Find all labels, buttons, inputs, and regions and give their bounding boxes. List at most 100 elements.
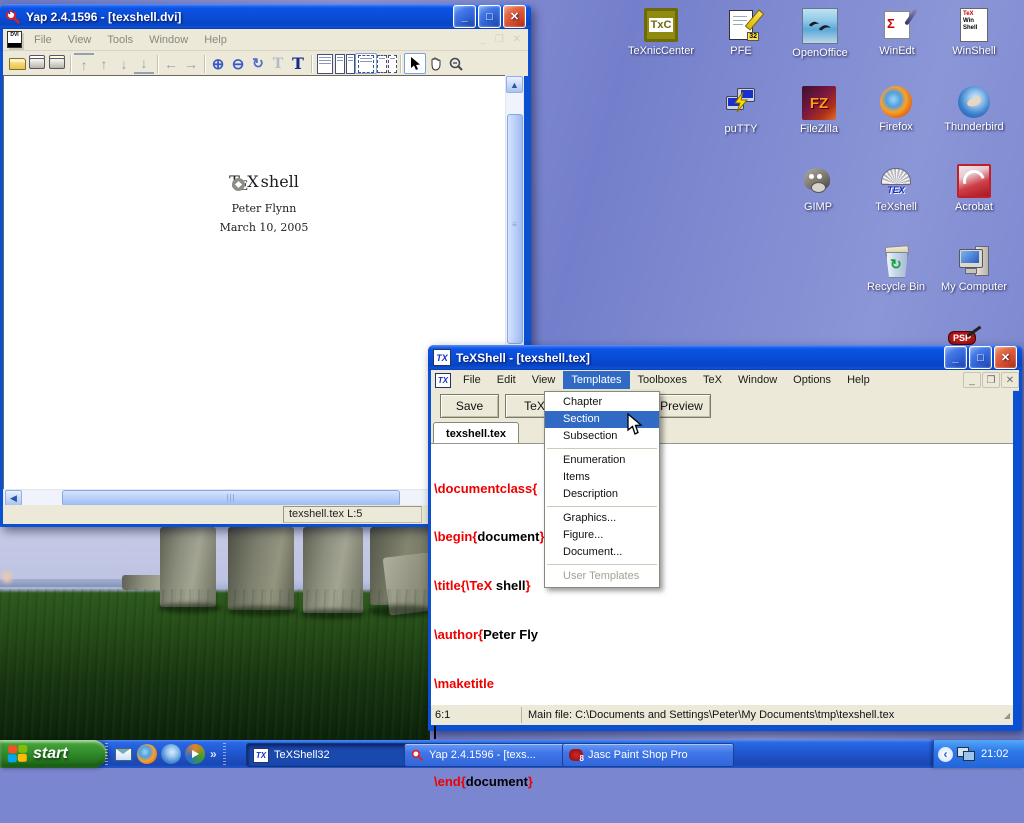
desktop-icon-filezilla[interactable]: FZ FileZilla <box>781 86 857 135</box>
print-setup-icon[interactable] <box>47 54 67 73</box>
quick-launch: » <box>102 743 229 765</box>
firefox-icon[interactable] <box>137 744 157 764</box>
media-player-icon[interactable] <box>185 744 205 764</box>
desktop-icon-firefox[interactable]: Firefox <box>858 86 934 133</box>
menu-item-figure[interactable]: Figure... <box>545 527 659 544</box>
toolbar-grip[interactable] <box>223 743 226 765</box>
menu-options[interactable]: Options <box>785 371 839 389</box>
toolbar-grip[interactable] <box>105 743 108 765</box>
menu-file[interactable]: File <box>455 371 489 389</box>
menu-item-user-templates[interactable]: User Templates <box>545 568 659 585</box>
desktop-icon-winedt[interactable]: Σ WinEdt <box>859 8 935 57</box>
prev-page-icon[interactable]: ↑ <box>94 54 114 73</box>
yap-minimize-button[interactable]: _ <box>453 5 476 28</box>
texshell-mdi-system-icon[interactable]: TX <box>435 373 451 388</box>
desktop-icon-texniccenter[interactable]: TxC TeXnicCenter <box>623 8 699 57</box>
menu-window[interactable]: Window <box>730 371 785 389</box>
mdi-minimize-button[interactable]: _ <box>963 372 981 388</box>
taskbar-task-yap[interactable]: Yap 2.4.1596 - [texs... <box>404 743 570 767</box>
hand-tool-icon[interactable] <box>426 54 446 73</box>
mdi-close-button[interactable]: ✕ <box>1001 372 1019 388</box>
vscroll-thumb[interactable]: ≡ <box>507 114 523 344</box>
continuous-view-icon[interactable] <box>355 53 377 74</box>
yap-menu-window[interactable]: Window <box>141 31 196 49</box>
zoom-in-icon[interactable]: ⊕ <box>208 54 228 73</box>
menu-help[interactable]: Help <box>839 371 878 389</box>
start-button[interactable]: start <box>0 740 107 768</box>
menu-toolboxes[interactable]: Toolboxes <box>630 371 696 389</box>
menu-item-description[interactable]: Description <box>545 486 659 503</box>
source-position-marker <box>232 178 245 191</box>
last-page-icon[interactable]: ↓ <box>134 53 154 74</box>
menu-item-graphics[interactable]: Graphics... <box>545 510 659 527</box>
texshell-close-button[interactable]: ✕ <box>994 346 1017 369</box>
quick-launch-overflow-chevron[interactable]: » <box>210 747 217 761</box>
resize-grip[interactable]: ◢ <box>1004 711 1011 720</box>
save-button[interactable]: Save <box>440 394 499 418</box>
menu-view[interactable]: View <box>524 371 564 389</box>
thunderbird-icon[interactable] <box>161 744 181 764</box>
desktop-icon-thunderbird[interactable]: Thunderbird <box>936 86 1012 133</box>
menu-item-chapter[interactable]: Chapter <box>545 394 659 411</box>
menu-separator <box>547 506 657 507</box>
clock[interactable]: 21:02 <box>981 748 1009 760</box>
desktop-icon-my-computer[interactable]: My Computer <box>936 244 1012 293</box>
ruler-tool-icon[interactable]: T <box>268 54 288 73</box>
yap-close-button[interactable]: ✕ <box>503 5 526 28</box>
first-page-icon[interactable]: ↑ <box>74 53 94 74</box>
tray-hide-icons-chevron[interactable]: ‹ <box>938 747 953 762</box>
menu-item-document[interactable]: Document... <box>545 544 659 561</box>
desktop-icon-openoffice[interactable]: OpenOffice <box>782 8 858 59</box>
outlook-express-icon[interactable] <box>113 744 133 764</box>
hscroll-thumb[interactable]: ||| <box>62 490 400 506</box>
mdi-restore-button[interactable]: ❐ <box>982 372 1000 388</box>
next-page-icon[interactable]: ↓ <box>114 54 134 73</box>
open-icon[interactable] <box>7 54 27 73</box>
menu-item-enumeration[interactable]: Enumeration <box>545 452 659 469</box>
yap-menu-help[interactable]: Help <box>196 31 235 49</box>
menu-tex[interactable]: TeX <box>695 371 730 389</box>
texshell-maximize-button[interactable]: □ <box>969 346 992 369</box>
thunderbird-icon <box>958 86 990 118</box>
yap-menu-view[interactable]: View <box>60 31 100 49</box>
single-page-view-icon[interactable] <box>315 54 335 73</box>
preview-button[interactable]: Preview <box>652 394 711 418</box>
desktop-icon-pfe[interactable]: 32 PFE <box>703 8 779 57</box>
network-status-icon[interactable] <box>957 746 975 762</box>
code-line: \end{document} <box>434 774 1013 790</box>
editor-area[interactable]: \documentclass{ \begin{document} \title{… <box>431 443 1013 705</box>
texshell-minimize-button[interactable]: _ <box>944 346 967 369</box>
desktop-icon-psp-partial[interactable]: PSP <box>948 328 976 346</box>
scroll-up-arrow[interactable]: ▲ <box>506 76 523 93</box>
desktop-icon-acrobat[interactable]: Acrobat <box>936 164 1012 213</box>
magnifier-tool-icon[interactable] <box>446 54 466 73</box>
tab-texshell-tex[interactable]: texshell.tex <box>433 422 519 444</box>
yap-menu-tools[interactable]: Tools <box>99 31 141 49</box>
desktop-icon-recycle-bin[interactable]: ↻ Recycle Bin <box>858 244 934 293</box>
select-tool-icon[interactable] <box>404 53 426 74</box>
menu-edit[interactable]: Edit <box>489 371 524 389</box>
taskbar-task-paintshoppro[interactable]: 8 Jasc Paint Shop Pro <box>562 743 734 767</box>
text-tool-icon[interactable]: T <box>288 54 308 73</box>
menu-item-items[interactable]: Items <box>545 469 659 486</box>
back-icon[interactable]: ← <box>161 54 181 73</box>
yap-maximize-button[interactable]: □ <box>478 5 501 28</box>
facing-pages-view-icon[interactable] <box>335 54 355 73</box>
desktop-icon-texshell[interactable]: TEX TeXshell <box>858 164 934 213</box>
desktop-icon-winshell[interactable]: TeXWinShell WinShell <box>936 8 1012 57</box>
taskbar-task-texshell32[interactable]: TX TeXShell32 <box>246 743 412 767</box>
refresh-icon[interactable]: ↻ <box>248 54 268 73</box>
desktop-icon-gimp[interactable]: GIMP <box>780 164 856 213</box>
continuous-facing-view-icon[interactable] <box>377 54 397 73</box>
yap-menu-file[interactable]: File <box>26 31 60 49</box>
desktop-icon-putty[interactable]: puTTY <box>703 86 779 135</box>
menu-templates[interactable]: Templates <box>563 371 629 389</box>
pfe-icon: 32 <box>724 8 758 42</box>
scroll-left-arrow[interactable]: ◀ <box>5 490 22 506</box>
texshell-titlebar[interactable]: TX TeXShell - [texshell.tex] _ □ ✕ <box>428 345 1022 370</box>
print-icon[interactable] <box>27 54 47 73</box>
zoom-out-icon[interactable]: ⊖ <box>228 54 248 73</box>
forward-icon[interactable]: → <box>181 54 201 73</box>
gimp-icon <box>801 164 835 198</box>
yap-titlebar[interactable]: Yap 2.4.1596 - [texshell.dvi] _ □ ✕ <box>0 4 531 29</box>
